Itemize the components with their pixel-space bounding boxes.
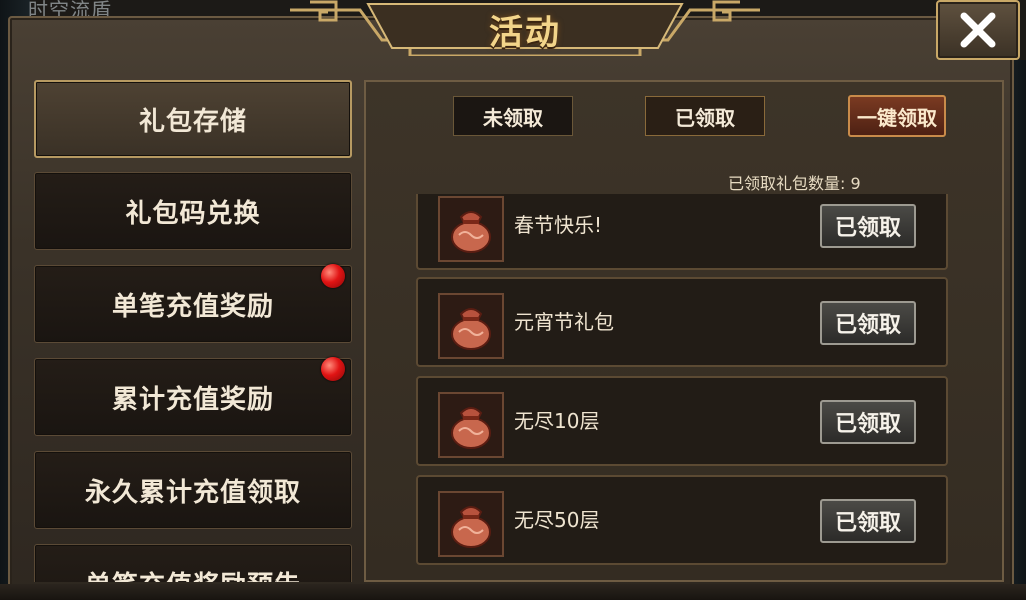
sidebar-item-single-recharge[interactable]: 单笔充值奖励 — [34, 264, 352, 343]
sidebar-item-label: 单笔充值奖励 — [111, 291, 274, 322]
sidebar-item-label: 礼包码兑换 — [125, 198, 261, 229]
sidebar-item-permanent-cumulative[interactable]: 永久累计充值领取 — [34, 451, 352, 529]
bottom-edge — [0, 584, 1026, 600]
claimed-button[interactable]: 已领取 — [820, 499, 916, 543]
sidebar-item-gift-storage[interactable]: 礼包存储 — [34, 80, 352, 158]
claimed-button[interactable]: 已领取 — [820, 204, 916, 248]
sidebar-item-label: 永久累计充值领取 — [84, 477, 301, 508]
gift-name: 无尽10层 — [514, 409, 600, 433]
claimed-button[interactable]: 已领取 — [820, 400, 916, 444]
gift-list[interactable]: 春节快乐! 已领取 元宵节礼包 已领取 无尽10层 已领取 无尽50层 已领取 — [416, 194, 948, 570]
sidebar-item-gift-code[interactable]: 礼包码兑换 — [34, 172, 352, 250]
close-icon — [960, 12, 996, 48]
sidebar-item-label: 礼包存储 — [138, 106, 247, 137]
notification-badge — [321, 264, 345, 288]
gift-name: 元宵节礼包 — [514, 310, 614, 334]
list-item: 无尽10层 已领取 — [416, 376, 948, 466]
claimed-count: 已领取礼包数量: 9 — [728, 174, 861, 193]
title-plate: 活动 — [290, 0, 760, 56]
gift-bag-icon — [438, 293, 504, 359]
list-item: 春节快乐! 已领取 — [416, 194, 948, 270]
list-item: 无尽50层 已领取 — [416, 475, 948, 565]
claimed-button[interactable]: 已领取 — [820, 301, 916, 345]
list-item: 元宵节礼包 已领取 — [416, 277, 948, 367]
gift-bag-icon — [438, 491, 504, 557]
filter-claimed-button[interactable]: 已领取 — [645, 96, 765, 136]
filter-unclaimed-button[interactable]: 未领取 — [453, 96, 573, 136]
gift-name: 无尽50层 — [514, 508, 600, 532]
sidebar-item-recharge-preview[interactable]: 单笔充值奖励预告 — [34, 544, 352, 582]
gift-bag-icon — [438, 392, 504, 458]
claim-all-button[interactable]: 一键领取 — [848, 95, 946, 137]
close-button[interactable] — [936, 0, 1020, 60]
sidebar-item-cumulative-recharge[interactable]: 累计充值奖励 — [34, 357, 352, 436]
window-title: 活动 — [489, 13, 561, 53]
sidebar-item-label: 累计充值奖励 — [111, 384, 274, 415]
notification-badge — [321, 357, 345, 381]
gift-name: 春节快乐! — [514, 213, 603, 237]
gift-bag-icon — [438, 196, 504, 262]
sidebar: 礼包存储 礼包码兑换 单笔充值奖励 累计充值奖励 永久累计充值领取 单笔充值奖励… — [32, 78, 354, 582]
sidebar-item-label: 单笔充值奖励预告 — [85, 565, 301, 583]
